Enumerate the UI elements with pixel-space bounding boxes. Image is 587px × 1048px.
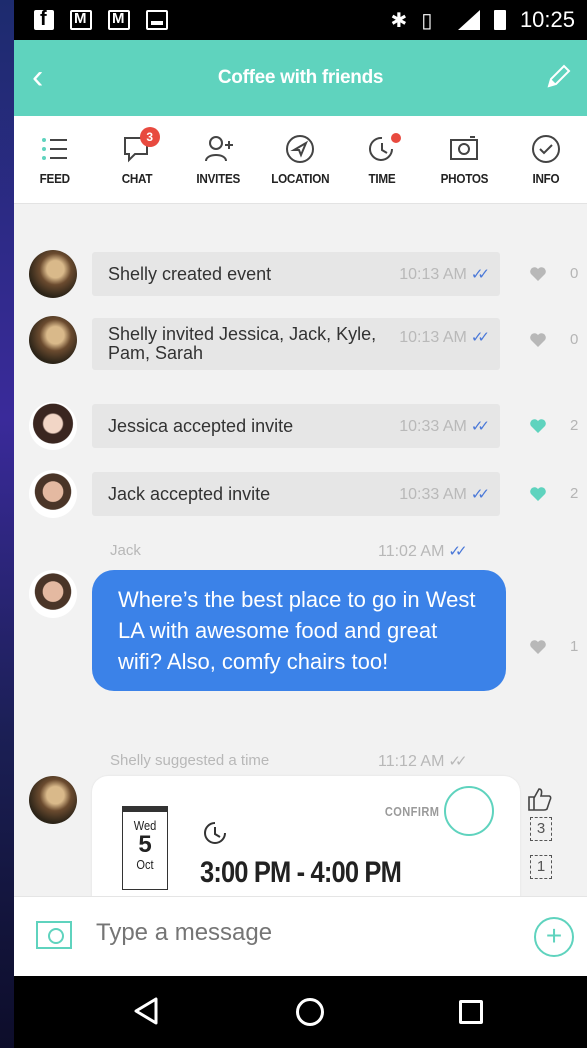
calendar-icon: Wed 5 Oct	[122, 806, 168, 890]
tab-label: FEED	[39, 171, 70, 186]
check-circle-icon	[531, 135, 560, 163]
time-range: 3:00 PM - 4:00 PM	[200, 856, 402, 889]
event-time: 10:33 AM ✓✓	[399, 417, 490, 435]
event-time: 10:13 AM ✓✓	[399, 265, 490, 283]
compose-bar: +	[14, 896, 587, 976]
event-box: Shelly created event 10:13 AM ✓✓	[92, 252, 500, 296]
other-vote-count: 1	[530, 855, 552, 879]
message-input[interactable]	[96, 919, 496, 947]
back-triangle-icon[interactable]	[132, 996, 160, 1026]
event-text: Shelly created event	[108, 263, 272, 284]
read-ticks-icon: ✓✓	[448, 753, 467, 770]
like-count: 2	[570, 417, 579, 434]
message-time: 11:02 AM ✓✓	[378, 543, 468, 560]
gmail-icon	[70, 10, 92, 30]
vibrate-icon: ▯	[421, 9, 433, 32]
calendar-weekday: Wed	[133, 818, 157, 833]
tab-info[interactable]: INFO	[511, 133, 581, 186]
tab-feed[interactable]: FEED	[20, 133, 90, 186]
tab-label: INFO	[532, 171, 560, 186]
recents-square-icon[interactable]	[459, 1000, 483, 1024]
system-nav-bar	[14, 976, 587, 1048]
avatar[interactable]	[29, 250, 77, 298]
event-time: 10:13 AM ✓✓	[399, 329, 490, 346]
heart-icon[interactable]	[530, 267, 546, 281]
confirm-button[interactable]	[444, 786, 494, 836]
message-bubble: Where’s the best place to go in West LA …	[92, 570, 506, 691]
gmail-icon	[108, 10, 130, 30]
chat-badge: 3	[139, 127, 160, 147]
tab-label: INVITES	[196, 171, 241, 186]
event-text: Jack accepted invite	[108, 483, 271, 504]
tab-photos[interactable]: PHOTOS	[429, 133, 499, 186]
avatar[interactable]	[29, 316, 77, 364]
avatar[interactable]	[29, 402, 77, 450]
tab-label: LOCATION	[271, 171, 330, 186]
calendar-month: Oct	[136, 857, 154, 872]
like-count: 0	[570, 265, 579, 282]
add-icon[interactable]: +	[534, 917, 574, 957]
phone-screen: ✱ ▯ LTE 10:25 ‹ Coffee with friends FEED	[14, 0, 587, 1048]
camera-icon[interactable]	[36, 921, 72, 949]
list-icon	[41, 138, 67, 160]
tab-location[interactable]: LOCATION	[265, 133, 335, 186]
read-ticks-icon: ✓✓	[448, 543, 467, 560]
heart-icon[interactable]	[530, 487, 546, 501]
event-time: 10:33 AM ✓✓	[399, 485, 490, 503]
event-feed: Shelly created event 10:13 AM ✓✓ 0 Shelly…	[14, 206, 587, 916]
heart-icon[interactable]	[530, 640, 546, 654]
status-time: 10:25	[519, 7, 575, 32]
read-ticks-icon: ✓✓	[470, 417, 490, 435]
event-box: Jessica accepted invite 10:33 AM ✓✓	[92, 404, 500, 448]
tab-time[interactable]: TIME	[347, 133, 417, 186]
avatar[interactable]	[29, 470, 77, 518]
facebook-icon	[34, 8, 54, 31]
time-alert-dot	[391, 133, 402, 143]
app-header: ‹ Coffee with friends	[14, 40, 587, 116]
camera-icon	[450, 136, 479, 160]
tab-bar: FEED 3 CHAT INVITES LOCATION TIME PHOTOS…	[14, 116, 587, 204]
sender-name: Jack	[110, 542, 141, 559]
heart-icon[interactable]	[530, 333, 546, 347]
page-title: Coffee with friends	[217, 67, 384, 88]
lte-label: LTE	[446, 8, 464, 20]
read-ticks-icon: ✓✓	[470, 265, 490, 283]
bluetooth-icon: ✱	[390, 9, 408, 32]
image-icon	[146, 10, 168, 30]
tab-label: CHAT	[121, 171, 153, 186]
event-box: Jack accepted invite 10:33 AM ✓✓	[92, 472, 500, 516]
avatar[interactable]	[29, 776, 77, 824]
thumbs-up-icon[interactable]	[526, 786, 554, 812]
add-person-icon	[204, 136, 233, 162]
event-text: Shelly invited Jessica, Jack, Kyle, Pam,…	[108, 324, 377, 363]
event-box: Shelly invited Jessica, Jack, Kyle, Pam,…	[92, 318, 500, 370]
navigation-icon	[286, 135, 315, 163]
clock-icon	[204, 822, 226, 844]
event-text: Jessica accepted invite	[108, 415, 294, 436]
read-ticks-icon: ✓✓	[470, 485, 490, 503]
back-arrow-icon[interactable]: ‹	[32, 60, 43, 94]
status-bar: ✱ ▯ LTE 10:25	[14, 0, 587, 40]
background-edge	[0, 0, 14, 1048]
avatar[interactable]	[29, 570, 77, 618]
upvote-count: 3	[530, 817, 552, 841]
like-count: 0	[570, 331, 579, 348]
heart-icon[interactable]	[530, 419, 546, 433]
tab-chat[interactable]: 3 CHAT	[102, 127, 172, 186]
suggestion-card[interactable]: Wed 5 Oct 3:00 PM - 4:00 PM CONFIRM	[92, 776, 520, 916]
read-ticks-icon: ✓✓	[470, 329, 490, 346]
suggestion-time: 11:12 AM ✓✓	[378, 753, 468, 770]
tab-invites[interactable]: INVITES	[184, 133, 254, 186]
tab-label: TIME	[368, 171, 396, 186]
battery-icon	[493, 10, 506, 30]
confirm-label: CONFIRM	[384, 804, 440, 819]
tab-label: PHOTOS	[440, 171, 488, 186]
suggestion-caption: Shelly suggested a time	[110, 752, 270, 769]
like-count: 1	[570, 638, 579, 655]
pencil-icon[interactable]	[543, 62, 573, 92]
home-circle-icon[interactable]	[296, 998, 324, 1026]
calendar-day: 5	[138, 831, 152, 858]
vote-column: 3 1	[526, 786, 576, 879]
like-count: 2	[570, 485, 579, 502]
